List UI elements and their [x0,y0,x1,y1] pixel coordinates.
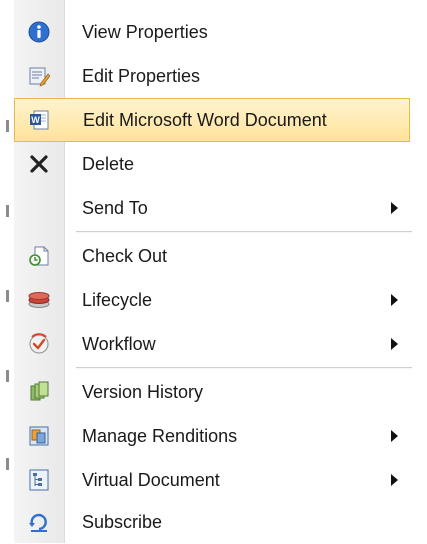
menu-item-label: Manage Renditions [82,425,238,446]
menu-item-edit-properties[interactable]: Edit Properties [14,54,410,98]
edge-mark [6,370,9,382]
menu-separator [76,367,412,369]
menu-item-label: Delete [82,153,135,174]
check-out-icon [14,234,64,278]
version-history-icon [14,370,64,414]
submenu-arrow-icon [391,474,398,486]
virtual-document-icon [14,458,64,502]
menu-item-label: Subscribe [82,511,163,532]
menu-item-label: Workflow [82,333,156,354]
delete-x-icon [14,142,64,186]
edge-mark [6,290,9,302]
edit-properties-icon [14,54,64,98]
menu-item-lifecycle[interactable]: Lifecycle [14,278,410,322]
word-document-icon: W [15,98,65,142]
menu-item-view-properties[interactable]: View Properties [14,10,410,54]
renditions-icon [14,414,64,458]
submenu-arrow-icon [391,294,398,306]
menu-item-label: View Properties [82,21,208,42]
menu-item-label: Virtual Document [82,469,220,490]
menu-item-version-history[interactable]: Version History [14,370,410,414]
submenu-arrow-icon [391,430,398,442]
edge-mark [6,205,9,217]
menu-item-workflow[interactable]: Workflow [14,322,410,366]
menu-item-label: Check Out [82,245,168,266]
lifecycle-icon [14,278,64,322]
menu-item-label: Send To [82,197,148,218]
submenu-arrow-icon [391,338,398,350]
menu-item-send-to[interactable]: Send To [14,186,410,230]
submenu-arrow-icon [391,202,398,214]
menu-item-label: Version History [82,381,204,402]
context-menu: View Properties Edit Properties W Edit M… [14,0,427,543]
menu-item-label: Edit Properties [82,65,201,86]
menu-item-delete[interactable]: Delete [14,142,410,186]
info-icon [14,10,64,54]
menu-item-virtual-document[interactable]: Virtual Document [14,458,410,502]
workflow-icon [14,322,64,366]
menu-item-label: Lifecycle [82,289,153,310]
edge-mark [6,120,9,132]
empty-icon-slot [14,186,64,230]
edge-mark [6,458,9,470]
menu-item-subscribe[interactable]: Subscribe [14,500,410,544]
menu-item-edit-word-document[interactable]: W Edit Microsoft Word Document [14,98,410,142]
menu-item-label: Edit Microsoft Word Document [83,109,327,130]
background-edge [0,0,14,543]
menu-item-manage-renditions[interactable]: Manage Renditions [14,414,410,458]
svg-text:W: W [31,115,40,125]
menu-item-check-out[interactable]: Check Out [14,234,410,278]
subscribe-icon [14,500,64,544]
menu-separator [76,231,412,233]
